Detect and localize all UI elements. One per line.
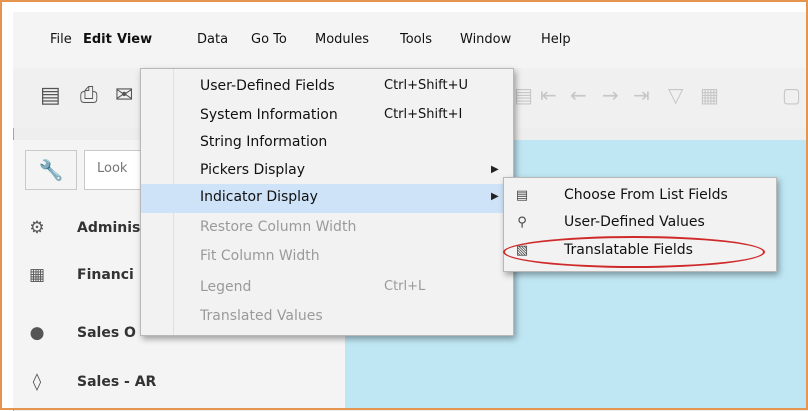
menu-item-legend[interactable]: Legend Ctrl+L bbox=[141, 274, 513, 303]
menu-item-label: System Information bbox=[200, 107, 338, 123]
menu-item-label: User-Defined Fields bbox=[200, 78, 335, 94]
menu-item-label: Indicator Display bbox=[200, 189, 318, 205]
print-icon[interactable]: ⎙ bbox=[80, 83, 98, 108]
email-icon[interactable]: ✉ bbox=[115, 83, 133, 108]
preview-icon[interactable]: ▤ bbox=[40, 83, 61, 108]
menu-item-shortcut: Ctrl+Shift+U bbox=[384, 78, 468, 93]
wrench-icon[interactable]: 🔧 bbox=[25, 150, 77, 190]
menu-go-to[interactable]: Go To bbox=[251, 32, 287, 47]
sidebar-item-label: Financi bbox=[77, 267, 134, 283]
next-icon[interactable]: → bbox=[602, 83, 619, 107]
layout-icon[interactable]: ▦ bbox=[700, 83, 719, 107]
administration-icon: ⚙ bbox=[29, 218, 45, 238]
menu-item-indicator-display[interactable]: Indicator Display ▶ bbox=[141, 184, 513, 213]
submenu-arrow-icon: ▶ bbox=[491, 164, 499, 175]
menu-item-shortcut: Ctrl+L bbox=[384, 279, 426, 294]
menu-item-label: Fit Column Width bbox=[200, 248, 320, 264]
annotation-highlight-ellipse bbox=[503, 236, 765, 268]
submenu-item-label: User-Defined Values bbox=[564, 214, 705, 230]
menu-file[interactable]: File bbox=[50, 32, 72, 47]
submenu-item-user-defined-values[interactable]: ⚲ User-Defined Values bbox=[504, 209, 776, 238]
menu-item-label: Restore Column Width bbox=[200, 219, 357, 235]
sidebar-item-label: Adminis bbox=[77, 220, 141, 236]
sidebar-item-label: Sales O bbox=[77, 325, 136, 341]
last-record-icon[interactable]: ⇥ bbox=[633, 83, 650, 107]
menu-item-restore-column-width[interactable]: Restore Column Width bbox=[141, 214, 513, 243]
search-icon: ⚲ bbox=[517, 215, 527, 230]
menu-edit[interactable]: Edit bbox=[83, 32, 112, 47]
list-icon: ▤ bbox=[515, 188, 529, 203]
menu-tools[interactable]: Tools bbox=[400, 32, 432, 47]
previous-icon[interactable]: ← bbox=[570, 83, 587, 107]
menu-item-translated-values[interactable]: Translated Values bbox=[141, 303, 513, 332]
menu-item-label: String Information bbox=[200, 134, 328, 150]
menu-data[interactable]: Data bbox=[197, 32, 228, 47]
menu-item-user-defined-fields[interactable]: User-Defined Fields Ctrl+Shift+U bbox=[141, 73, 513, 102]
menu-modules[interactable]: Modules bbox=[315, 32, 369, 47]
menu-help[interactable]: Help bbox=[541, 32, 571, 47]
financials-icon: ▦ bbox=[28, 265, 46, 285]
sales-opportunities-icon: ● bbox=[29, 323, 45, 343]
menu-item-string-information[interactable]: String Information bbox=[141, 129, 513, 158]
view-menu-dropdown: User-Defined Fields Ctrl+Shift+U System … bbox=[140, 68, 514, 336]
filter-icon[interactable]: ▤ bbox=[514, 83, 533, 107]
submenu-arrow-icon: ▶ bbox=[491, 191, 499, 202]
sales-ar-icon: ◊ bbox=[32, 372, 42, 392]
first-record-icon[interactable]: ⇤ bbox=[540, 83, 557, 107]
submenu-item-choose-from-list-fields[interactable]: ▤ Choose From List Fields bbox=[504, 182, 776, 211]
menu-window[interactable]: Window bbox=[460, 32, 511, 47]
menu-bar: File Edit View Data Go To Modules Tools … bbox=[13, 12, 808, 68]
menu-item-fit-column-width[interactable]: Fit Column Width bbox=[141, 243, 513, 272]
menu-item-shortcut: Ctrl+Shift+I bbox=[384, 107, 463, 122]
menu-item-label: Translated Values bbox=[200, 308, 323, 324]
sidebar-item-label: Sales - AR bbox=[77, 374, 157, 390]
menu-view[interactable]: View bbox=[117, 32, 152, 47]
submenu-item-label: Choose From List Fields bbox=[564, 187, 728, 203]
more-icon[interactable]: ▢ bbox=[782, 83, 801, 107]
menu-item-label: Pickers Display bbox=[200, 162, 306, 178]
menu-item-system-information[interactable]: System Information Ctrl+Shift+I bbox=[141, 102, 513, 131]
funnel-icon[interactable]: ▽ bbox=[668, 83, 683, 107]
menu-item-label: Legend bbox=[200, 279, 252, 295]
menu-item-pickers-display[interactable]: Pickers Display ▶ bbox=[141, 157, 513, 186]
